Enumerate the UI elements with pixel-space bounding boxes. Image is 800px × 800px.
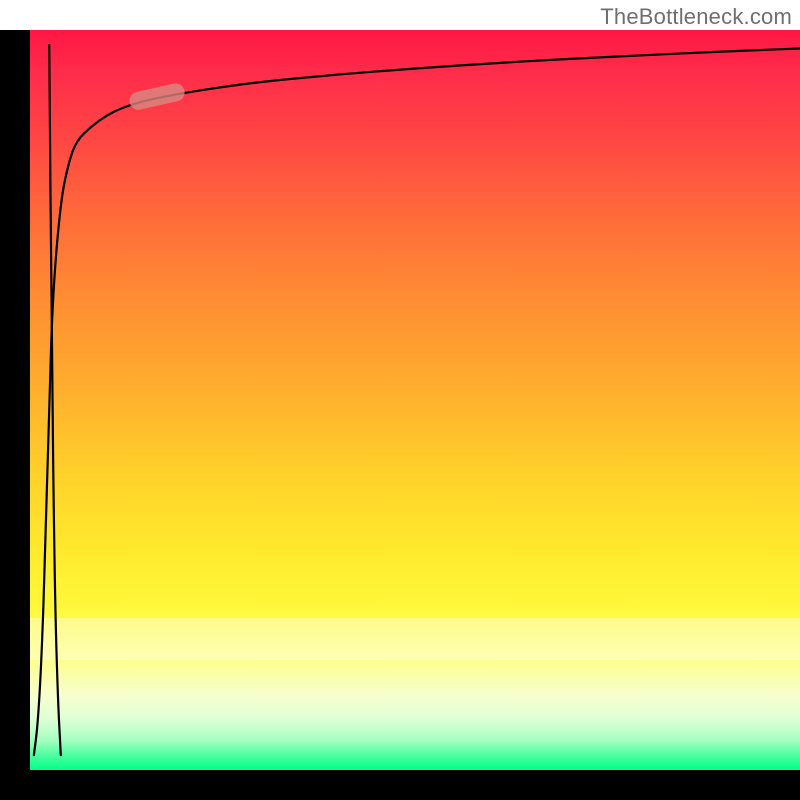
curve-svg-layer bbox=[30, 30, 800, 770]
bottleneck-curve-path bbox=[34, 49, 800, 756]
y-axis-bar bbox=[0, 30, 30, 770]
x-axis-bar bbox=[0, 770, 800, 800]
chart-stage: TheBottleneck.com bbox=[0, 0, 800, 800]
curve-marker bbox=[128, 82, 187, 112]
initial-spike-path bbox=[49, 45, 61, 755]
watermark-text: TheBottleneck.com bbox=[600, 4, 792, 30]
